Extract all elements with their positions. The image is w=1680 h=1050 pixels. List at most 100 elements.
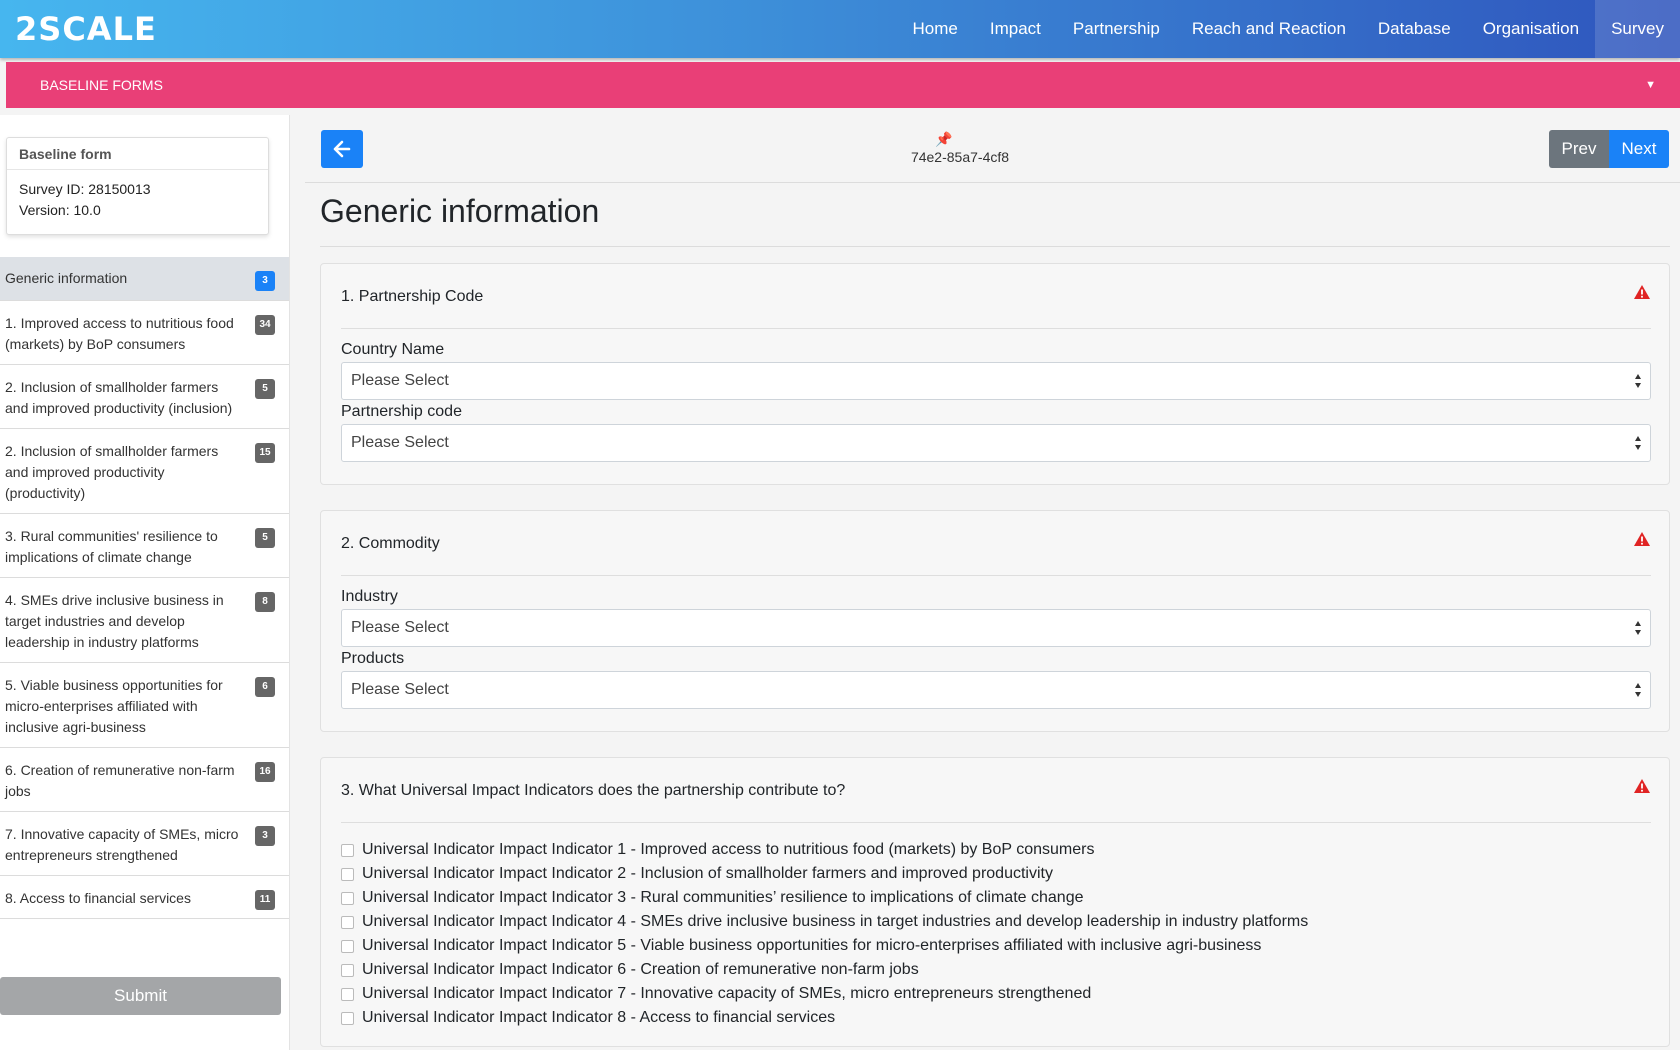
question-card-impact-indicators: 3. What Universal Impact Indicators does… bbox=[320, 757, 1670, 1047]
checkbox[interactable] bbox=[341, 939, 354, 953]
indicator-option-5[interactable]: Universal Indicator Impact Indicator 5 -… bbox=[341, 934, 1308, 958]
survey-id: Survey ID: 28150013 bbox=[19, 181, 151, 197]
select-value: Please Select bbox=[351, 372, 449, 389]
baseline-forms-title: BASELINE FORMS bbox=[40, 77, 163, 93]
next-button[interactable]: Next bbox=[1609, 130, 1669, 168]
partnership-code-label: Partnership code bbox=[341, 403, 462, 420]
sidebar-item-section-1[interactable]: 1. Improved access to nutritious food (m… bbox=[0, 301, 289, 365]
sidebar-item-section-5[interactable]: 5. Viable business opportunities for mic… bbox=[0, 663, 289, 748]
indicator-option-4[interactable]: Universal Indicator Impact Indicator 4 -… bbox=[341, 910, 1308, 934]
sidebar-item-section-2-inclusion[interactable]: 2. Inclusion of smallholder farmers and … bbox=[0, 365, 289, 429]
sidebar-item-label: Generic information bbox=[5, 270, 128, 286]
nav-item-home[interactable]: Home bbox=[897, 0, 974, 58]
divider bbox=[341, 575, 1651, 576]
select-value: Please Select bbox=[351, 619, 449, 636]
question-title: 3. What Universal Impact Indicators does… bbox=[341, 782, 846, 799]
submit-button[interactable]: Submit bbox=[0, 977, 281, 1015]
warning-triangle-icon bbox=[1634, 532, 1650, 546]
select-arrows-icon bbox=[1635, 436, 1641, 450]
option-label: Universal Indicator Impact Indicator 3 -… bbox=[362, 889, 1084, 906]
option-label: Universal Indicator Impact Indicator 7 -… bbox=[362, 985, 1092, 1002]
products-label: Products bbox=[341, 650, 405, 667]
sidebar-item-label: 3. Rural communities' resilience to impl… bbox=[5, 528, 218, 565]
warning-triangle-icon bbox=[1634, 779, 1650, 793]
sidebar-item-section-3[interactable]: 3. Rural communities' resilience to impl… bbox=[0, 514, 289, 578]
sidebar-item-label: 7. Innovative capacity of SMEs, micro en… bbox=[5, 826, 239, 863]
sidebar-item-label: 2. Inclusion of smallholder farmers and … bbox=[5, 379, 233, 416]
question-count-badge: 3 bbox=[255, 271, 275, 291]
sidebar-item-label: 8. Access to financial services bbox=[5, 890, 191, 906]
form-card-title: Baseline form bbox=[7, 138, 268, 170]
indicator-option-2[interactable]: Universal Indicator Impact Indicator 2 -… bbox=[341, 862, 1308, 886]
form-info-card: Baseline form Survey ID: 28150013 Versio… bbox=[6, 137, 269, 235]
industry-select[interactable]: Please Select bbox=[341, 609, 1651, 647]
indicator-option-6[interactable]: Universal Indicator Impact Indicator 6 -… bbox=[341, 958, 1308, 982]
question-count-badge: 16 bbox=[255, 762, 275, 782]
sidebar-item-label: 1. Improved access to nutritious food (m… bbox=[5, 315, 234, 352]
checkbox[interactable] bbox=[341, 843, 354, 857]
back-button[interactable] bbox=[321, 130, 363, 168]
checkbox[interactable] bbox=[341, 987, 354, 1001]
sidebar: Baseline form Survey ID: 28150013 Versio… bbox=[0, 115, 290, 1050]
form-version: Version: 10.0 bbox=[19, 202, 101, 218]
form-uuid: 74e2-85a7-4cf8 bbox=[910, 149, 1010, 165]
sidebar-item-label: 6. Creation of remunerative non-farm job… bbox=[5, 762, 235, 799]
question-count-badge: 6 bbox=[255, 677, 275, 697]
sidebar-item-section-7[interactable]: 7. Innovative capacity of SMEs, micro en… bbox=[0, 812, 289, 876]
prev-button[interactable]: Prev bbox=[1549, 130, 1609, 168]
country-name-label: Country Name bbox=[341, 341, 445, 358]
warning-triangle-icon bbox=[1634, 285, 1650, 299]
indicator-option-3[interactable]: Universal Indicator Impact Indicator 3 -… bbox=[341, 886, 1308, 910]
nav-item-database[interactable]: Database bbox=[1362, 0, 1467, 58]
checkbox[interactable] bbox=[341, 891, 354, 905]
sidebar-item-label: 2. Inclusion of smallholder farmers and … bbox=[5, 443, 219, 501]
sidebar-item-generic-information[interactable]: Generic information 3 bbox=[0, 257, 289, 301]
nav-item-partnership[interactable]: Partnership bbox=[1057, 0, 1176, 58]
brand-logo[interactable]: 2SCALE bbox=[15, 8, 157, 50]
pin-icon[interactable]: 📌 bbox=[935, 131, 952, 148]
checkbox[interactable] bbox=[341, 915, 354, 929]
option-label: Universal Indicator Impact Indicator 5 -… bbox=[362, 937, 1262, 954]
question-count-badge: 5 bbox=[255, 528, 275, 548]
sidebar-item-section-4[interactable]: 4. SMEs drive inclusive business in targ… bbox=[0, 578, 289, 663]
baseline-forms-bar[interactable]: BASELINE FORMS ▼ bbox=[6, 62, 1680, 108]
select-arrows-icon bbox=[1635, 683, 1641, 697]
country-name-select[interactable]: Please Select bbox=[341, 362, 1651, 400]
checkbox[interactable] bbox=[341, 1011, 354, 1025]
indicator-checkbox-list: Universal Indicator Impact Indicator 1 -… bbox=[341, 838, 1308, 1030]
partnership-code-select[interactable]: Please Select bbox=[341, 424, 1651, 462]
option-label: Universal Indicator Impact Indicator 1 -… bbox=[362, 841, 1095, 858]
products-select[interactable]: Please Select bbox=[341, 671, 1651, 709]
indicator-option-8[interactable]: Universal Indicator Impact Indicator 8 -… bbox=[341, 1006, 1308, 1030]
divider bbox=[341, 328, 1651, 329]
question-count-badge: 11 bbox=[255, 890, 275, 910]
nav-item-survey[interactable]: Survey bbox=[1595, 0, 1680, 58]
question-count-badge: 3 bbox=[255, 826, 275, 846]
question-count-badge: 8 bbox=[255, 592, 275, 612]
nav-item-reach-and-reaction[interactable]: Reach and Reaction bbox=[1176, 0, 1362, 58]
industry-label: Industry bbox=[341, 588, 398, 605]
question-card-partnership-code: 1. Partnership Code Country Name Please … bbox=[320, 263, 1670, 485]
option-label: Universal Indicator Impact Indicator 2 -… bbox=[362, 865, 1053, 882]
caret-down-icon[interactable]: ▼ bbox=[1645, 62, 1656, 108]
sidebar-item-section-6[interactable]: 6. Creation of remunerative non-farm job… bbox=[0, 748, 289, 812]
sidebar-item-label: 4. SMEs drive inclusive business in targ… bbox=[5, 592, 224, 650]
checkbox[interactable] bbox=[341, 963, 354, 977]
divider bbox=[320, 246, 1670, 247]
sidebar-item-section-8[interactable]: 8. Access to financial services 11 bbox=[0, 876, 289, 919]
checkbox[interactable] bbox=[341, 867, 354, 881]
sidebar-item-section-2-productivity[interactable]: 2. Inclusion of smallholder farmers and … bbox=[0, 429, 289, 514]
nav-item-organisation[interactable]: Organisation bbox=[1467, 0, 1595, 58]
option-label: Universal Indicator Impact Indicator 8 -… bbox=[362, 1009, 836, 1026]
question-title: 2. Commodity bbox=[341, 535, 440, 552]
option-label: Universal Indicator Impact Indicator 4 -… bbox=[362, 913, 1309, 930]
form-toolbar: 📌 74e2-85a7-4cf8 Prev Next bbox=[305, 115, 1680, 183]
indicator-option-7[interactable]: Universal Indicator Impact Indicator 7 -… bbox=[341, 982, 1308, 1006]
question-count-badge: 5 bbox=[255, 379, 275, 399]
question-card-commodity: 2. Commodity Industry Please Select Prod… bbox=[320, 510, 1670, 732]
question-count-badge: 34 bbox=[255, 315, 275, 335]
question-count-badge: 15 bbox=[255, 443, 275, 463]
option-label: Universal Indicator Impact Indicator 6 -… bbox=[362, 961, 919, 978]
indicator-option-1[interactable]: Universal Indicator Impact Indicator 1 -… bbox=[341, 838, 1308, 862]
nav-item-impact[interactable]: Impact bbox=[974, 0, 1057, 58]
